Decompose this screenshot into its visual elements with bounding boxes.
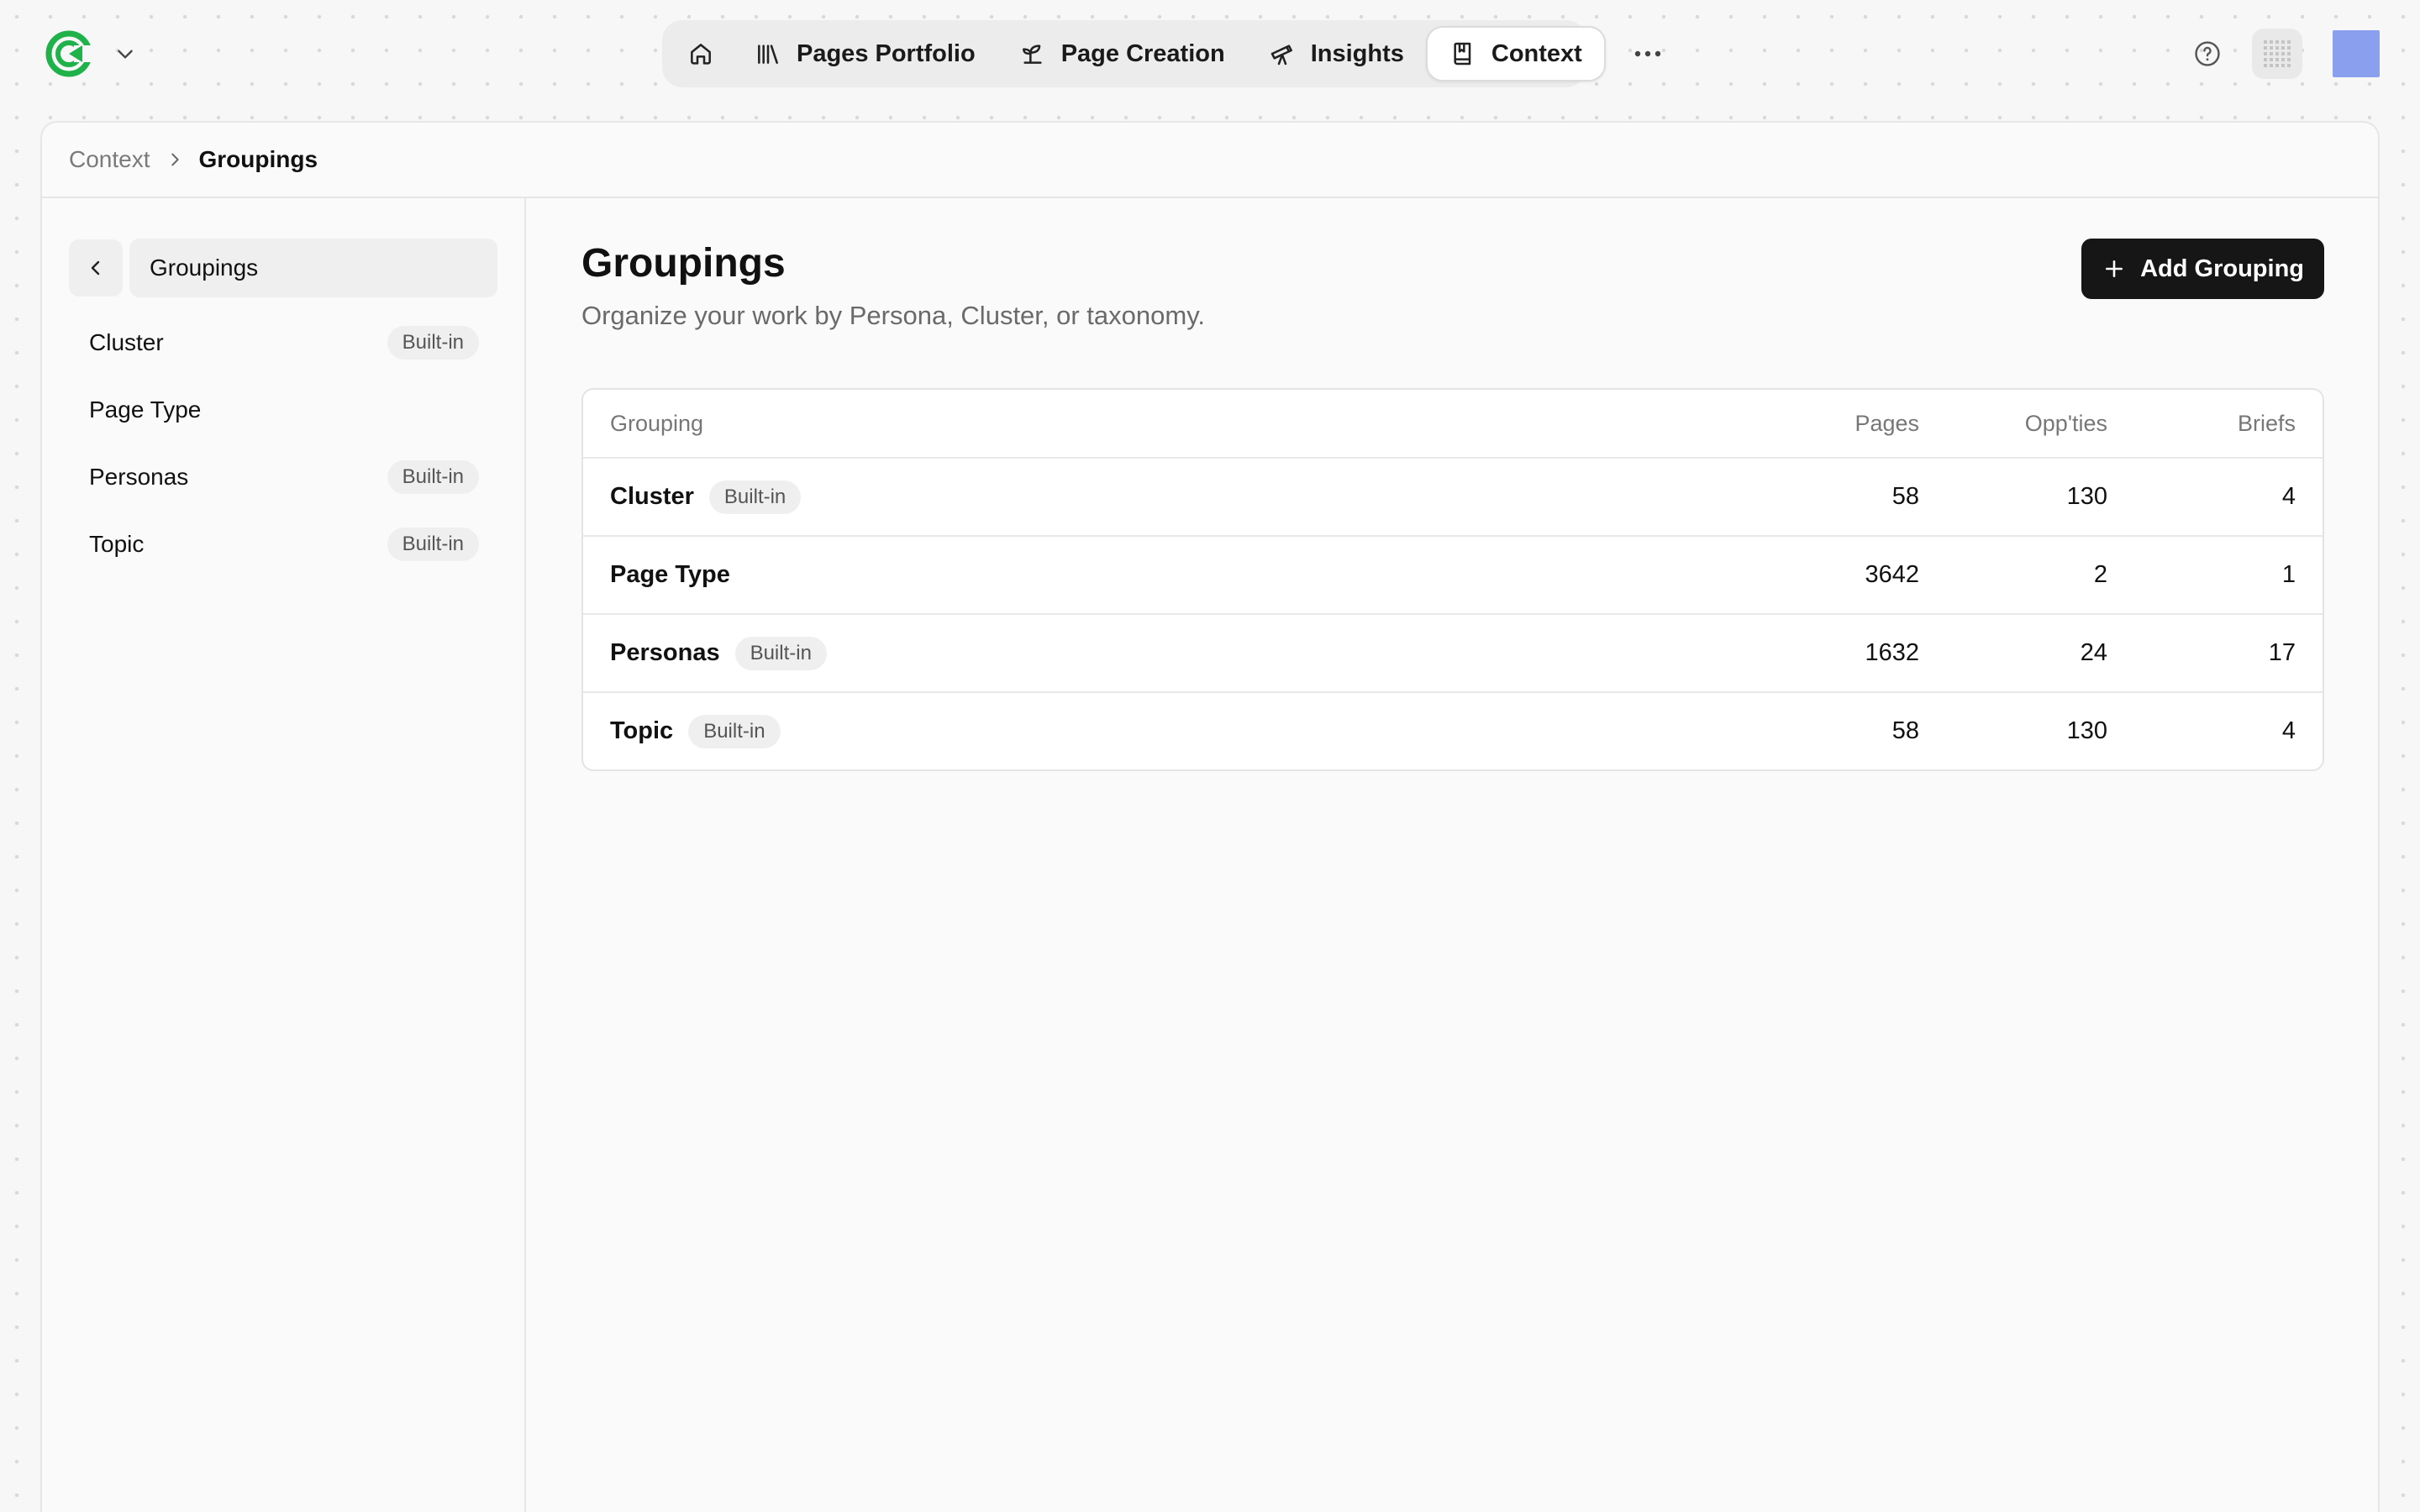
plus-icon <box>2106 260 2123 277</box>
row-pages: 58 <box>1891 483 1919 510</box>
built-in-badge: Built-in <box>387 326 479 360</box>
nav-page-creation[interactable]: Page Creation <box>997 26 1247 81</box>
add-grouping-button[interactable]: Add Grouping <box>2081 239 2324 299</box>
column-header-briefs[interactable]: Briefs <box>2107 411 2296 437</box>
nav-label: Insights <box>1310 39 1404 67</box>
nav-context[interactable]: Context <box>1425 26 1606 81</box>
telescope-icon <box>1270 45 1292 66</box>
sidebar-item-label: Page Type <box>89 396 202 423</box>
breadcrumb-context-link[interactable]: Context <box>69 146 150 173</box>
nav-home[interactable] <box>669 26 733 81</box>
row-name: Topic <box>610 717 674 744</box>
avatar[interactable] <box>2333 30 2380 77</box>
sidebar-title[interactable]: Groupings <box>129 239 497 297</box>
grid-icon <box>2264 40 2291 67</box>
table-row[interactable]: Topic Built-in 58 130 4 <box>583 691 2323 769</box>
workspace-switcher[interactable] <box>44 29 136 79</box>
back-button[interactable] <box>69 239 123 297</box>
nav-insights[interactable]: Insights <box>1247 26 1426 81</box>
row-briefs: 17 <box>2268 639 2296 666</box>
more-horizontal-icon <box>1634 50 1661 57</box>
nav-label: Page Creation <box>1060 39 1225 67</box>
row-name: Page Type <box>610 561 730 588</box>
column-header-opportunities[interactable]: Opp'ties <box>1919 411 2107 437</box>
sidebar-item-page-type[interactable]: Page Type <box>69 376 497 444</box>
table-row[interactable]: Cluster Built-in 58 130 4 <box>583 457 2323 535</box>
help-circle-icon <box>2195 41 2220 66</box>
book-icon <box>1454 42 1471 66</box>
content-area: Groupings Organize your work by Persona,… <box>581 198 2324 771</box>
sidebar-item-cluster[interactable]: Cluster Built-in <box>69 309 497 376</box>
sidebar-item-label: Topic <box>89 531 145 557</box>
brand-logo-icon <box>45 30 94 77</box>
nav-pages-portfolio[interactable]: Pages Portfolio <box>733 26 997 81</box>
add-grouping-label: Add Grouping <box>2140 255 2304 282</box>
row-pages: 3642 <box>1865 561 1919 588</box>
nav-more-button[interactable] <box>1614 26 1681 81</box>
main-panel: Context Groupings Groupings Cluster Buil… <box>40 121 2380 1512</box>
row-pages: 1632 <box>1865 639 1919 666</box>
built-in-badge: Built-in <box>708 480 802 514</box>
row-briefs: 4 <box>2281 717 2296 744</box>
sidebar-item-topic[interactable]: Topic Built-in <box>69 511 497 578</box>
sidebar-item-personas[interactable]: Personas Built-in <box>69 444 497 511</box>
built-in-badge: Built-in <box>688 714 781 748</box>
table-row[interactable]: Personas Built-in 1632 24 17 <box>583 613 2323 691</box>
apps-grid-button[interactable] <box>2252 29 2302 79</box>
built-in-badge: Built-in <box>734 636 827 670</box>
row-name: Cluster <box>610 483 694 510</box>
row-opportunities: 130 <box>2066 483 2107 510</box>
sidebar: Groupings Cluster Built-in Page Type Per… <box>42 198 526 1512</box>
library-icon <box>758 45 778 64</box>
row-opportunities: 24 <box>2080 639 2107 666</box>
chevron-right-icon <box>166 150 184 169</box>
sidebar-item-label: Cluster <box>89 329 164 355</box>
built-in-badge: Built-in <box>387 528 479 561</box>
breadcrumb-current: Groupings <box>198 146 318 172</box>
table-header: Grouping Pages Opp'ties Briefs <box>583 390 2323 457</box>
row-briefs: 4 <box>2281 483 2296 510</box>
column-header-grouping[interactable]: Grouping <box>610 411 1751 437</box>
sprout-icon <box>1022 45 1042 64</box>
page-subtitle: Organize your work by Persona, Cluster, … <box>581 301 1206 330</box>
row-opportunities: 130 <box>2066 717 2107 744</box>
help-button[interactable] <box>2193 39 2222 68</box>
chevron-left-icon <box>91 260 100 276</box>
breadcrumb: Context Groupings <box>42 123 2378 198</box>
row-opportunities: 2 <box>2093 561 2107 588</box>
sidebar-item-label: Personas <box>89 464 189 490</box>
row-name: Personas <box>610 639 720 666</box>
groupings-table: Grouping Pages Opp'ties Briefs Cluster B… <box>581 388 2324 771</box>
chevron-down-icon <box>118 50 133 59</box>
row-pages: 58 <box>1891 717 1919 744</box>
built-in-badge: Built-in <box>387 460 479 494</box>
home-icon <box>691 44 711 65</box>
row-briefs: 1 <box>2281 561 2296 588</box>
nav-label: Pages Portfolio <box>797 39 976 67</box>
page-title: Groupings <box>581 241 786 286</box>
nav-label: Context <box>1491 39 1582 67</box>
table-row[interactable]: Page Type 3642 2 1 <box>583 535 2323 613</box>
main-nav: Pages Portfolio Page Creation Insights C… <box>662 20 1661 87</box>
column-header-pages[interactable]: Pages <box>1751 411 1919 437</box>
